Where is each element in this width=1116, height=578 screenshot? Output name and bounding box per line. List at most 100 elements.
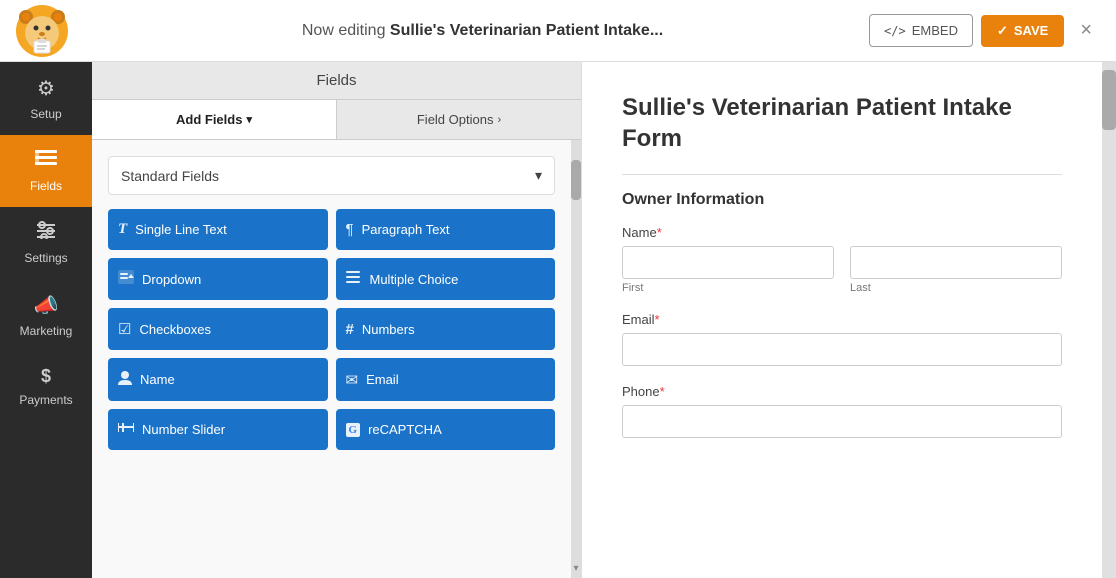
required-indicator: * xyxy=(655,312,660,327)
left-nav: ⚙ Setup Fields xyxy=(0,62,92,578)
first-label: First xyxy=(622,282,834,294)
standard-fields-label: Standard Fields xyxy=(121,168,219,184)
sidebar-item-label: Fields xyxy=(30,179,62,193)
dropdown-chevron-icon: ▾ xyxy=(535,167,542,184)
field-btn-email[interactable]: ✉ Email xyxy=(336,358,556,401)
right-area: Sullie's Veterinarian Patient Intake For… xyxy=(582,62,1116,578)
recaptcha-icon: G xyxy=(346,423,361,437)
email-input[interactable] xyxy=(622,333,1062,366)
center-panel-header: Fields xyxy=(92,62,581,100)
chevron-down-icon: ▾ xyxy=(246,113,252,126)
last-name-input[interactable] xyxy=(850,246,1062,279)
embed-button[interactable]: </> EMBED xyxy=(869,14,973,47)
name-field-group: Name* First Last xyxy=(622,225,1062,294)
dollar-icon: $ xyxy=(41,366,51,387)
embed-label: EMBED xyxy=(912,23,958,38)
email-field-group: Email* xyxy=(622,312,1062,366)
phone-label-text: Phone xyxy=(622,384,660,399)
right-scrollbar[interactable] xyxy=(1102,62,1116,578)
field-btn-label: Email xyxy=(366,372,399,387)
form-name-title: Sullie's Veterinarian Patient Intake... xyxy=(390,22,663,39)
center-scrollbar[interactable]: ▾ xyxy=(571,140,581,578)
field-btn-label: Number Slider xyxy=(142,422,225,437)
list-icon xyxy=(346,270,362,288)
name-label-text: Name xyxy=(622,225,657,240)
last-label: Last xyxy=(850,282,1062,294)
scroll-bottom-arrow[interactable]: ▾ xyxy=(571,558,581,578)
tab-add-fields[interactable]: Add Fields ▾ xyxy=(92,100,337,139)
paragraph-icon: ¶ xyxy=(346,221,354,238)
email-label-text: Email xyxy=(622,312,655,327)
field-btn-dropdown[interactable]: Dropdown xyxy=(108,258,328,300)
top-bar: Now editing Sullie's Veterinarian Patien… xyxy=(0,0,1116,62)
field-buttons-grid: T Single Line Text ¶ Paragraph Text xyxy=(108,209,555,450)
close-button[interactable]: × xyxy=(1072,15,1100,46)
logo-bear xyxy=(16,5,68,57)
sidebar-item-label: Payments xyxy=(19,393,72,407)
top-bar-actions: </> EMBED ✓ SAVE × xyxy=(869,14,1100,47)
section-divider xyxy=(622,174,1062,175)
main-layout: ⚙ Setup Fields xyxy=(0,62,1116,578)
panel-title: Fields xyxy=(316,72,356,89)
sidebar-item-marketing[interactable]: 📣 Marketing xyxy=(0,279,92,352)
text-icon: T xyxy=(118,221,127,238)
checkmark-icon: ✓ xyxy=(997,23,1008,39)
save-button[interactable]: ✓ SAVE xyxy=(981,15,1064,47)
sidebar-item-fields[interactable]: Fields xyxy=(0,135,92,207)
field-btn-label: Paragraph Text xyxy=(362,222,450,237)
editing-prefix: Now editing xyxy=(302,22,390,39)
last-name-wrap: Last xyxy=(850,246,1062,294)
phone-field-group: Phone* xyxy=(622,384,1062,438)
sidebar-item-label: Marketing xyxy=(20,324,73,338)
envelope-icon: ✉ xyxy=(346,371,359,389)
fields-icon xyxy=(35,149,57,173)
email-label: Email* xyxy=(622,312,1062,327)
sidebar-item-setup[interactable]: ⚙ Setup xyxy=(0,62,92,135)
field-btn-checkboxes[interactable]: ☑ Checkboxes xyxy=(108,308,328,350)
fields-content: Standard Fields ▾ T Single Line Text ¶ P… xyxy=(92,140,571,578)
slider-icon xyxy=(118,421,134,438)
field-btn-single-line-text[interactable]: T Single Line Text xyxy=(108,209,328,250)
field-btn-label: Numbers xyxy=(362,322,415,337)
name-label: Name* xyxy=(622,225,1062,240)
required-indicator: * xyxy=(657,225,662,240)
center-panel: Fields Add Fields ▾ Field Options › Stan… xyxy=(92,62,582,578)
field-btn-recaptcha[interactable]: G reCAPTCHA xyxy=(336,409,556,450)
field-btn-label: reCAPTCHA xyxy=(368,422,442,437)
megaphone-icon: 📣 xyxy=(34,293,59,318)
field-btn-paragraph-text[interactable]: ¶ Paragraph Text xyxy=(336,209,556,250)
name-inputs: First Last xyxy=(622,246,1062,294)
right-scrollbar-thumb xyxy=(1102,70,1116,130)
field-btn-label: Single Line Text xyxy=(135,222,227,237)
field-btn-label: Name xyxy=(140,372,175,387)
chevron-right-icon: › xyxy=(497,114,501,126)
form-preview: Sullie's Veterinarian Patient Intake For… xyxy=(582,62,1102,578)
logo-area xyxy=(16,5,96,57)
center-scrollbar-thumb xyxy=(571,160,581,200)
sliders-icon xyxy=(35,221,57,245)
tab-add-fields-label: Add Fields xyxy=(176,112,242,127)
tab-field-options[interactable]: Field Options › xyxy=(337,100,581,139)
owner-section-title: Owner Information xyxy=(622,191,1062,209)
first-name-input[interactable] xyxy=(622,246,834,279)
checkbox-icon: ☑ xyxy=(118,320,131,338)
field-btn-name[interactable]: Name xyxy=(108,358,328,401)
field-btn-number-slider[interactable]: Number Slider xyxy=(108,409,328,450)
sidebar-item-payments[interactable]: $ Payments xyxy=(0,352,92,421)
phone-label: Phone* xyxy=(622,384,1062,399)
field-btn-numbers[interactable]: # Numbers xyxy=(336,308,556,350)
field-btn-label: Checkboxes xyxy=(139,322,211,337)
standard-fields-dropdown[interactable]: Standard Fields ▾ xyxy=(108,156,555,195)
field-btn-multiple-choice[interactable]: Multiple Choice xyxy=(336,258,556,300)
save-label: SAVE xyxy=(1014,23,1048,38)
phone-input[interactable] xyxy=(622,405,1062,438)
embed-code-icon: </> xyxy=(884,24,906,38)
gear-icon: ⚙ xyxy=(37,76,55,101)
form-preview-title: Sullie's Veterinarian Patient Intake For… xyxy=(622,92,1062,154)
field-btn-label: Dropdown xyxy=(142,272,201,287)
sidebar-item-settings[interactable]: Settings xyxy=(0,207,92,279)
number-icon: # xyxy=(346,321,354,338)
person-icon xyxy=(118,370,132,389)
tab-field-options-label: Field Options xyxy=(417,112,494,127)
fields-tabs: Add Fields ▾ Field Options › xyxy=(92,100,581,140)
